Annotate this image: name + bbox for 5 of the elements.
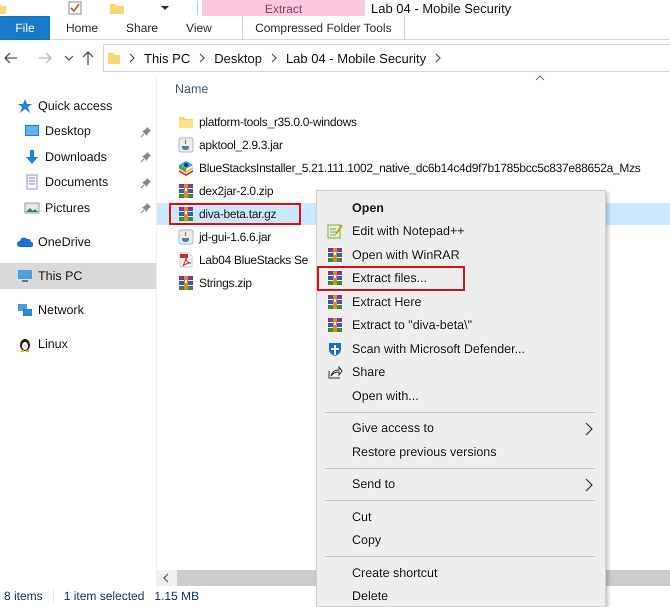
- status-text: 1 item selected: [64, 589, 144, 603]
- context-tab-header: Extract: [202, 0, 365, 16]
- status-text: 1.15 MB: [154, 589, 200, 603]
- window-title: Lab 04 - Mobile Security: [371, 0, 512, 16]
- status-text: 8 items: [4, 589, 43, 603]
